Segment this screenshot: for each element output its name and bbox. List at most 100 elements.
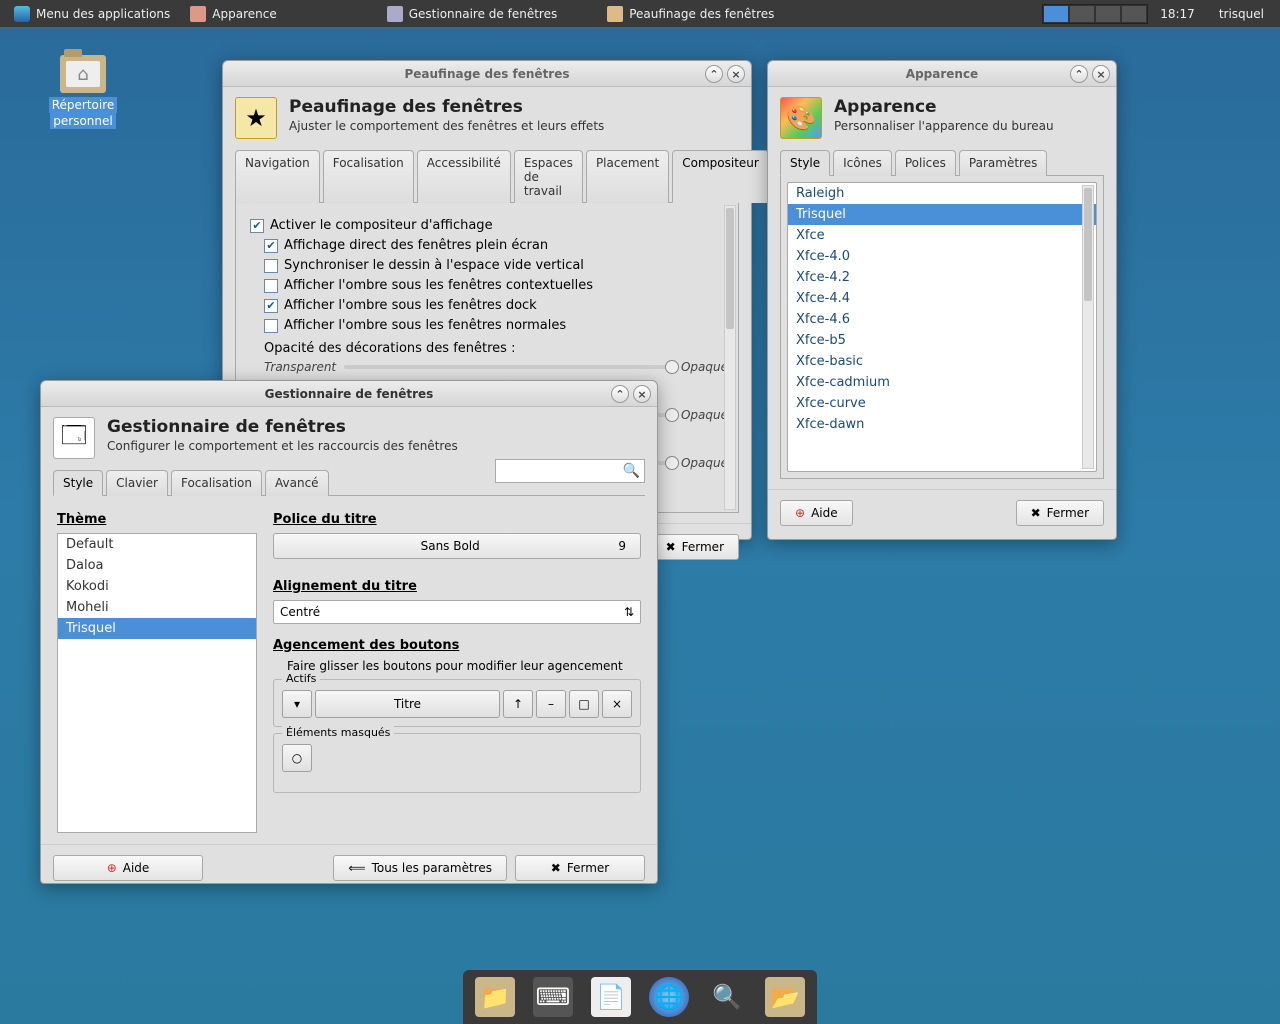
dock: 📁 ⌨ 📄 🌐 🔍 📂	[463, 970, 817, 1024]
tab-icons[interactable]: Icônes	[833, 150, 892, 176]
tab-style[interactable]: Style	[53, 470, 103, 496]
list-item[interactable]: Xfce-dawn	[788, 414, 1096, 435]
align-combo[interactable]: Centré ⇅	[273, 600, 641, 624]
dock-terminal-icon[interactable]: ⌨	[533, 977, 573, 1017]
window-title: Apparence	[906, 67, 978, 81]
list-item[interactable]: Xfce-4.4	[788, 288, 1096, 309]
list-item[interactable]: Kokodi	[58, 576, 256, 597]
list-item[interactable]: Default	[58, 534, 256, 555]
tab-style[interactable]: Style	[780, 150, 830, 176]
help-button[interactable]: ⊕ Aide	[780, 500, 853, 526]
desktop-icon-label-1: Répertoire	[49, 97, 118, 113]
list-item[interactable]: Trisquel	[788, 204, 1096, 225]
shade-drag-icon[interactable]: ↑	[503, 690, 533, 718]
list-item[interactable]: Moheli	[58, 597, 256, 618]
tab-focus[interactable]: Focalisation	[323, 150, 414, 203]
layout-label: Agencement des boutons	[273, 638, 641, 653]
tab-accessibility[interactable]: Accessibilité	[417, 150, 511, 203]
dock-web-icon[interactable]: 🌐	[649, 977, 689, 1017]
close-button[interactable]: ×	[633, 385, 651, 403]
help-button[interactable]: ⊕ Aide	[53, 855, 203, 881]
list-item[interactable]: Xfce-4.2	[788, 267, 1096, 288]
dock-editor-icon[interactable]: 📄	[591, 977, 631, 1017]
titlebar-wm[interactable]: Gestionnaire de fenêtres ⌃ ×	[41, 381, 657, 407]
tab-workspaces[interactable]: Espaces de travail	[514, 150, 583, 203]
list-item[interactable]: Trisquel	[58, 618, 256, 639]
desktop-home-folder[interactable]: ⌂ Répertoire personnel	[38, 55, 128, 129]
task-tweaks[interactable]: Peaufinage des fenêtres	[597, 0, 784, 27]
tab-compositor[interactable]: Compositeur	[672, 150, 769, 203]
opacity-decor-label: Opacité des décorations des fenêtres :	[264, 341, 728, 356]
chk-label: Afficher l'ombre sous les fenêtres norma…	[284, 318, 566, 333]
maximize-drag-icon[interactable]: □	[569, 690, 599, 718]
dock-search-icon[interactable]: 🔍	[707, 977, 747, 1017]
tab-fonts[interactable]: Polices	[895, 150, 956, 176]
close-icon: ✖	[551, 861, 561, 875]
workspace-switcher[interactable]	[1042, 4, 1148, 24]
appearance-close-button[interactable]: ✖ Fermer	[1016, 500, 1104, 526]
wm-theme-list[interactable]: Default Daloa Kokodi Moheli Trisquel	[57, 533, 257, 833]
chk-shadow-normal[interactable]: Afficher l'ombre sous les fenêtres norma…	[264, 318, 728, 333]
close-drag-icon[interactable]: ×	[602, 690, 632, 718]
theme-list[interactable]: Raleigh Trisquel Xfce Xfce-4.0 Xfce-4.2 …	[787, 182, 1097, 472]
chk-enable-compositor[interactable]: Activer le compositeur d'affichage	[250, 218, 728, 233]
window-wm: Gestionnaire de fenêtres ⌃ × 🗔 Gestionna…	[40, 380, 658, 884]
wm-close-button[interactable]: ✖ Fermer	[515, 855, 645, 881]
task-wm[interactable]: Gestionnaire de fenêtres	[377, 0, 568, 27]
dock-files-icon[interactable]: 📁	[475, 977, 515, 1017]
dock-trash-icon[interactable]: 📂	[765, 977, 805, 1017]
tweaks-icon	[607, 6, 623, 22]
workspace-2[interactable]	[1069, 5, 1095, 23]
workspace-4[interactable]	[1121, 5, 1147, 23]
list-item[interactable]: Xfce-b5	[788, 330, 1096, 351]
chk-sync[interactable]: Synchroniser le dessin à l'espace vide v…	[264, 258, 728, 273]
tab-settings[interactable]: Paramètres	[959, 150, 1047, 176]
task-appearance[interactable]: Apparence	[180, 0, 286, 27]
user-menu[interactable]: trisquel	[1207, 7, 1276, 21]
list-item[interactable]: Raleigh	[788, 183, 1096, 204]
list-item[interactable]: Daloa	[58, 555, 256, 576]
list-item[interactable]: Xfce-curve	[788, 393, 1096, 414]
search-input[interactable]: 🔍	[495, 459, 645, 483]
close-icon: ✖	[666, 540, 676, 554]
combo-value: Centré	[280, 605, 320, 619]
workspace-3[interactable]	[1095, 5, 1121, 23]
chk-shadow-dock[interactable]: Afficher l'ombre sous les fenêtres dock	[264, 298, 728, 313]
menu-drag-icon[interactable]: ▾	[282, 690, 312, 718]
tab-focus[interactable]: Focalisation	[171, 470, 262, 496]
chk-fullscreen[interactable]: Affichage direct des fenêtres plein écra…	[264, 238, 728, 253]
list-item[interactable]: Xfce-4.6	[788, 309, 1096, 330]
list-item[interactable]: Xfce-basic	[788, 351, 1096, 372]
scrollbar[interactable]	[724, 205, 736, 510]
stick-drag-icon[interactable]: ○	[282, 744, 312, 772]
list-item[interactable]: Xfce	[788, 225, 1096, 246]
theme-label: Thème	[57, 512, 257, 527]
workspace-1[interactable]	[1043, 5, 1069, 23]
minimize-button[interactable]: ⌃	[705, 65, 723, 83]
tweaks-close-button[interactable]: ✖ Fermer	[651, 534, 739, 560]
tweaks-heading: Peaufinage des fenêtres	[289, 97, 604, 117]
minimize-button[interactable]: ⌃	[611, 385, 629, 403]
tab-advanced[interactable]: Avancé	[265, 470, 329, 496]
tab-keyboard[interactable]: Clavier	[106, 470, 168, 496]
font-button[interactable]: Sans Bold 9	[273, 533, 641, 559]
minimize-drag-icon[interactable]: –	[536, 690, 566, 718]
tab-placement[interactable]: Placement	[586, 150, 669, 203]
list-item[interactable]: Xfce-cadmium	[788, 372, 1096, 393]
scrollbar[interactable]	[1082, 185, 1094, 469]
list-item[interactable]: Xfce-4.0	[788, 246, 1096, 267]
tab-navigation[interactable]: Navigation	[235, 150, 320, 203]
chk-shadow-popup[interactable]: Afficher l'ombre sous les fenêtres conte…	[264, 278, 728, 293]
chk-label: Afficher l'ombre sous les fenêtres conte…	[284, 278, 593, 293]
title-drag[interactable]: Titre	[315, 690, 500, 718]
tweaks-header-icon: ★	[235, 97, 277, 139]
titlebar-appearance[interactable]: Apparence ⌃ ×	[768, 61, 1116, 87]
clock[interactable]: 18:17	[1148, 7, 1207, 21]
close-button[interactable]: ×	[727, 65, 745, 83]
all-settings-button[interactable]: ⟸ Tous les paramètres	[333, 855, 507, 881]
app-menu[interactable]: Menu des applications	[4, 0, 180, 27]
opacity-slider-1[interactable]	[344, 365, 673, 369]
titlebar-tweaks[interactable]: Peaufinage des fenêtres ⌃ ×	[223, 61, 751, 87]
close-button[interactable]: ×	[1092, 65, 1110, 83]
minimize-button[interactable]: ⌃	[1070, 65, 1088, 83]
